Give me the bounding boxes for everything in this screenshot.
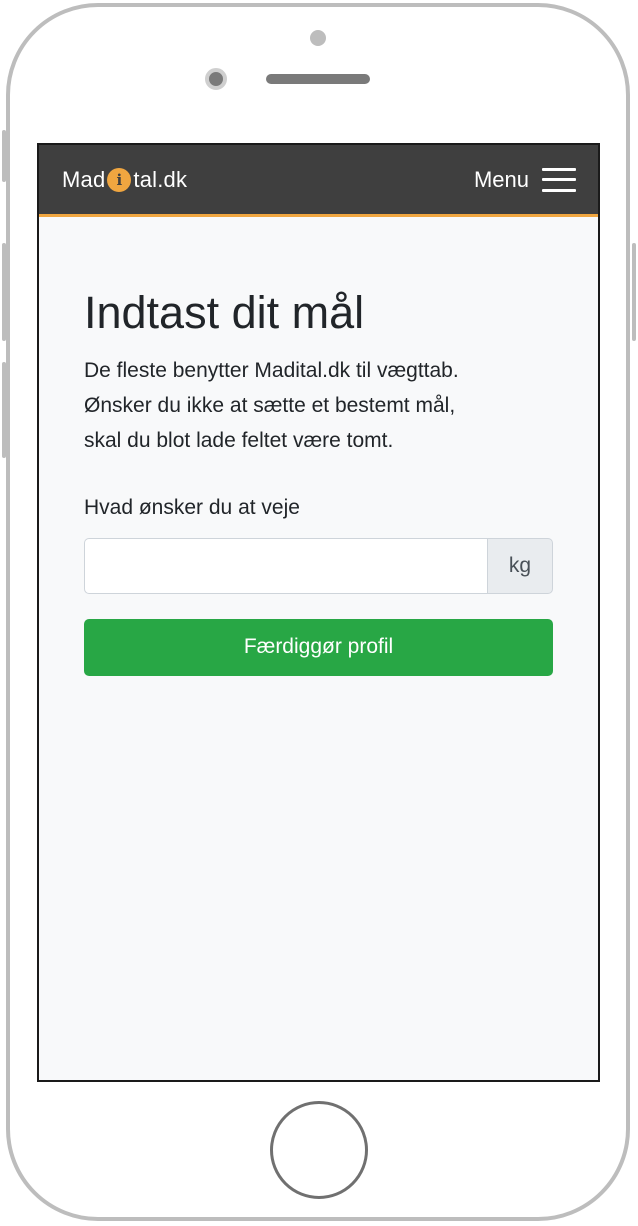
menu-label: Menu: [473, 166, 529, 192]
navbar: Mad i tal.dk Menu: [39, 145, 598, 217]
goal-weight-input[interactable]: [84, 537, 487, 594]
intro-line: Ønsker du ikke at sætte et bestemt mål,: [84, 393, 456, 417]
intro-line: De fleste benytter Madital.dk til vægtta…: [84, 358, 459, 382]
brand-suffix: tal.dk: [133, 166, 188, 192]
brand-logo[interactable]: Mad i tal.dk: [62, 167, 187, 193]
phone-front-camera: [205, 68, 227, 90]
unit-addon: kg: [487, 537, 553, 594]
intro-line: skal du blot lade feltet være tomt.: [84, 428, 394, 452]
main-content: Indtast dit mål De fleste benytter Madit…: [39, 217, 598, 676]
info-icon: i: [107, 167, 132, 192]
hamburger-icon: [542, 167, 576, 192]
phone-home-button[interactable]: [270, 1101, 368, 1199]
goal-weight-input-group: kg: [84, 537, 553, 594]
phone-speaker: [266, 74, 370, 84]
phone-camera-dot: [310, 30, 326, 46]
complete-profile-button[interactable]: Færdiggør profil: [84, 618, 553, 676]
phone-power-button: [632, 243, 636, 341]
goal-weight-label: Hvad ønsker du at veje: [84, 495, 300, 519]
phone-screen: Mad i tal.dk Menu Indtast dit mål De fle…: [37, 143, 600, 1082]
page-title: Indtast dit mål: [84, 287, 365, 338]
menu-button[interactable]: Menu: [474, 167, 576, 193]
brand-prefix: Mad: [62, 166, 106, 192]
intro-text: De fleste benytter Madital.dk til vægtta…: [84, 353, 553, 458]
